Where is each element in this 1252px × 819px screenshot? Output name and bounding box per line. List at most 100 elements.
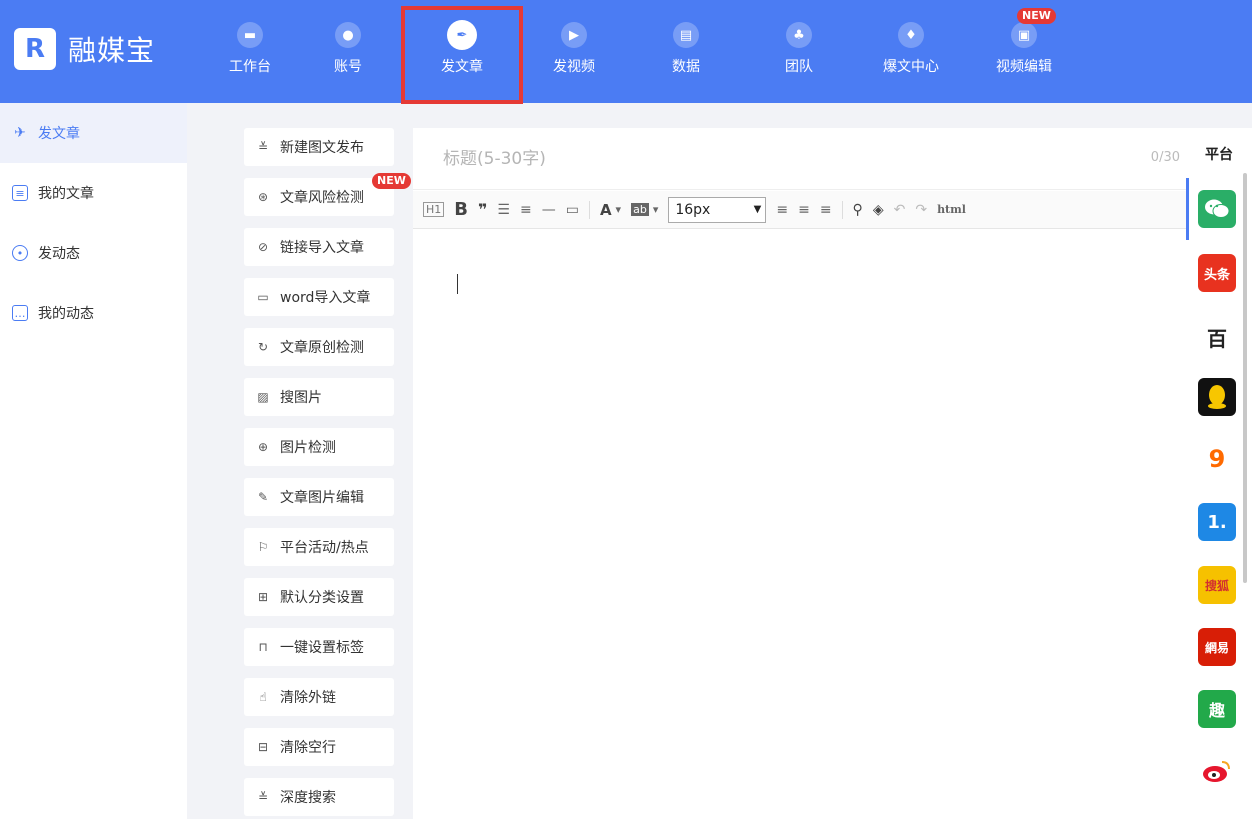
list-add-icon: ≚: [257, 790, 269, 804]
chat-icon: …: [12, 305, 28, 321]
play-icon: ▶: [561, 22, 587, 48]
find-icon[interactable]: ⚲: [853, 202, 863, 218]
bold-icon[interactable]: B: [454, 199, 468, 220]
tool-label: 链接导入文章: [280, 240, 364, 256]
nav-item-hot-articles[interactable]: ♦ 爆文中心: [861, 18, 961, 96]
image-icon: ▨: [257, 390, 269, 404]
nav-label: 发视频: [553, 59, 595, 75]
nav-item-team[interactable]: ♣ 团队: [749, 18, 849, 96]
netease-icon[interactable]: 網易: [1198, 628, 1236, 666]
font-color-icon[interactable]: A: [600, 201, 612, 219]
highlight-icon[interactable]: ab: [631, 203, 649, 216]
html-source-button[interactable]: html: [937, 203, 966, 216]
wechat-icon[interactable]: [1198, 190, 1236, 228]
quote-icon[interactable]: ❞: [478, 200, 487, 219]
chevron-down-icon[interactable]: ▾: [616, 203, 622, 216]
horizontal-rule-icon[interactable]: —: [542, 202, 556, 218]
scrollbar-thumb[interactable]: [1243, 173, 1247, 583]
tool-label: 文章图片编辑: [280, 490, 364, 506]
thumb-icon: ☝: [259, 690, 267, 704]
active-nav-highlight: [401, 6, 523, 104]
top-nav-bar: R 融媒宝 ▬ 工作台 ● 账号 ✒ 发文章 ▶ 发视频 ▤ 数据 ♣ 团队 ♦…: [0, 0, 1252, 104]
tool-label: 搜图片: [280, 390, 322, 406]
chevron-down-icon[interactable]: ▾: [653, 203, 659, 216]
align-left-icon[interactable]: ≡: [776, 202, 788, 218]
sidebar-item-label: 我的动态: [38, 306, 94, 322]
font-size-select[interactable]: 16px ▼: [668, 196, 767, 223]
nav-label: 爆文中心: [883, 59, 939, 75]
tool-default-category[interactable]: ⊞ 默认分类设置: [244, 578, 394, 616]
tool-label: 清除空行: [280, 740, 336, 756]
qutoutiao-icon[interactable]: 趣: [1198, 690, 1236, 728]
trash-icon: ⊟: [257, 740, 269, 754]
nav-item-workbench[interactable]: ▬ 工作台: [200, 18, 300, 96]
sidebar-item-my-articles[interactable]: ≡ 我的文章: [0, 163, 187, 223]
tool-label: 深度搜索: [280, 790, 336, 806]
image-icon[interactable]: ▭: [566, 202, 579, 218]
tool-set-tags[interactable]: ⊓ 一键设置标签: [244, 628, 394, 666]
title-char-count: 0/30: [1150, 150, 1180, 165]
sidebar-item-my-updates[interactable]: … 我的动态: [0, 283, 187, 343]
editor-toolbar: H1 B ❞ ☰ ≡ — ▭ A ▾ ab ▾ 16px ▼ ≡ ≡ ≡ ⚲ ◈…: [413, 191, 1186, 229]
toutiao-icon[interactable]: 头条: [1198, 254, 1236, 292]
tool-deep-search[interactable]: ≚ 深度搜索: [244, 778, 394, 816]
eraser-icon[interactable]: ◈: [873, 202, 884, 218]
weibo-icon[interactable]: [1198, 752, 1236, 790]
sidebar-item-label: 我的文章: [38, 186, 94, 202]
tool-label: 平台活动/热点: [280, 540, 369, 556]
undo-icon[interactable]: ↶: [894, 202, 906, 218]
tool-label: 新建图文发布: [280, 140, 364, 156]
nav-label: 工作台: [229, 59, 271, 75]
list-add-icon: ≚: [257, 140, 269, 154]
tool-search-images[interactable]: ▨ 搜图片: [244, 378, 394, 416]
monitor-icon: ▬: [237, 22, 263, 48]
platform-scrollbar[interactable]: [1240, 128, 1250, 819]
align-center-icon[interactable]: ≡: [798, 202, 810, 218]
brand-name: 融媒宝: [68, 34, 156, 67]
yidian-icon[interactable]: 1.: [1198, 503, 1236, 541]
sidebar-item-post-update[interactable]: • 发动态: [0, 223, 187, 283]
tool-originality-check[interactable]: ↻ 文章原创检测: [244, 328, 394, 366]
ordered-list-icon[interactable]: ☰: [497, 202, 510, 218]
tool-label: word导入文章: [280, 290, 371, 306]
nav-item-post-video[interactable]: ▶ 发视频: [524, 18, 624, 96]
tool-label: 图片检测: [280, 440, 336, 456]
unordered-list-icon[interactable]: ≡: [520, 202, 532, 218]
nav-item-account[interactable]: ● 账号: [298, 18, 398, 96]
tool-image-check[interactable]: ⊕ 图片检测: [244, 428, 394, 466]
chevron-down-icon: ▼: [753, 204, 762, 215]
tool-link-import[interactable]: ⊘ 链接导入文章: [244, 228, 394, 266]
dayu-icon[interactable]: 9: [1198, 440, 1236, 478]
baijia-icon[interactable]: 百: [1198, 318, 1236, 356]
heading-icon[interactable]: H1: [423, 202, 445, 217]
tool-clear-blank-lines[interactable]: ⊟ 清除空行: [244, 728, 394, 766]
nav-item-data[interactable]: ▤ 数据: [636, 18, 736, 96]
font-size-value: 16px: [675, 201, 711, 218]
qq-icon[interactable]: [1198, 378, 1236, 416]
tool-new-post[interactable]: ≚ 新建图文发布: [244, 128, 394, 166]
team-icon: ♣: [786, 22, 812, 48]
sohu-icon[interactable]: 搜狐: [1198, 566, 1236, 604]
tool-label: 文章风险检测: [280, 190, 364, 206]
sidebar-item-post-article[interactable]: ✈ 发文章: [0, 103, 187, 163]
nav-item-video-edit[interactable]: ▣ 视频编辑: [974, 18, 1074, 96]
grid-icon: ⊞: [257, 590, 269, 604]
tool-clear-links[interactable]: ☝ 清除外链: [244, 678, 394, 716]
fire-icon: ♦: [898, 22, 924, 48]
tool-word-import[interactable]: ▭ word导入文章: [244, 278, 394, 316]
tool-image-edit[interactable]: ✎ 文章图片编辑: [244, 478, 394, 516]
tool-label: 一键设置标签: [280, 640, 364, 656]
title-input[interactable]: [413, 128, 1186, 190]
tool-platform-events[interactable]: ⚐ 平台活动/热点: [244, 528, 394, 566]
edit-icon: ✎: [257, 490, 269, 504]
bookmark-icon: ⊓: [258, 640, 268, 654]
article-editor: 0/30 H1 B ❞ ☰ ≡ — ▭ A ▾ ab ▾ 16px ▼ ≡ ≡ …: [413, 128, 1186, 819]
new-badge: NEW: [1017, 8, 1056, 24]
tool-label: 默认分类设置: [280, 590, 364, 606]
document-icon: ≡: [12, 185, 28, 201]
new-badge: NEW: [372, 173, 411, 189]
redo-icon[interactable]: ↷: [915, 202, 927, 218]
align-right-icon[interactable]: ≡: [820, 202, 832, 218]
brand-logo[interactable]: R 融媒宝: [14, 28, 155, 70]
send-icon: ✈: [14, 125, 26, 141]
